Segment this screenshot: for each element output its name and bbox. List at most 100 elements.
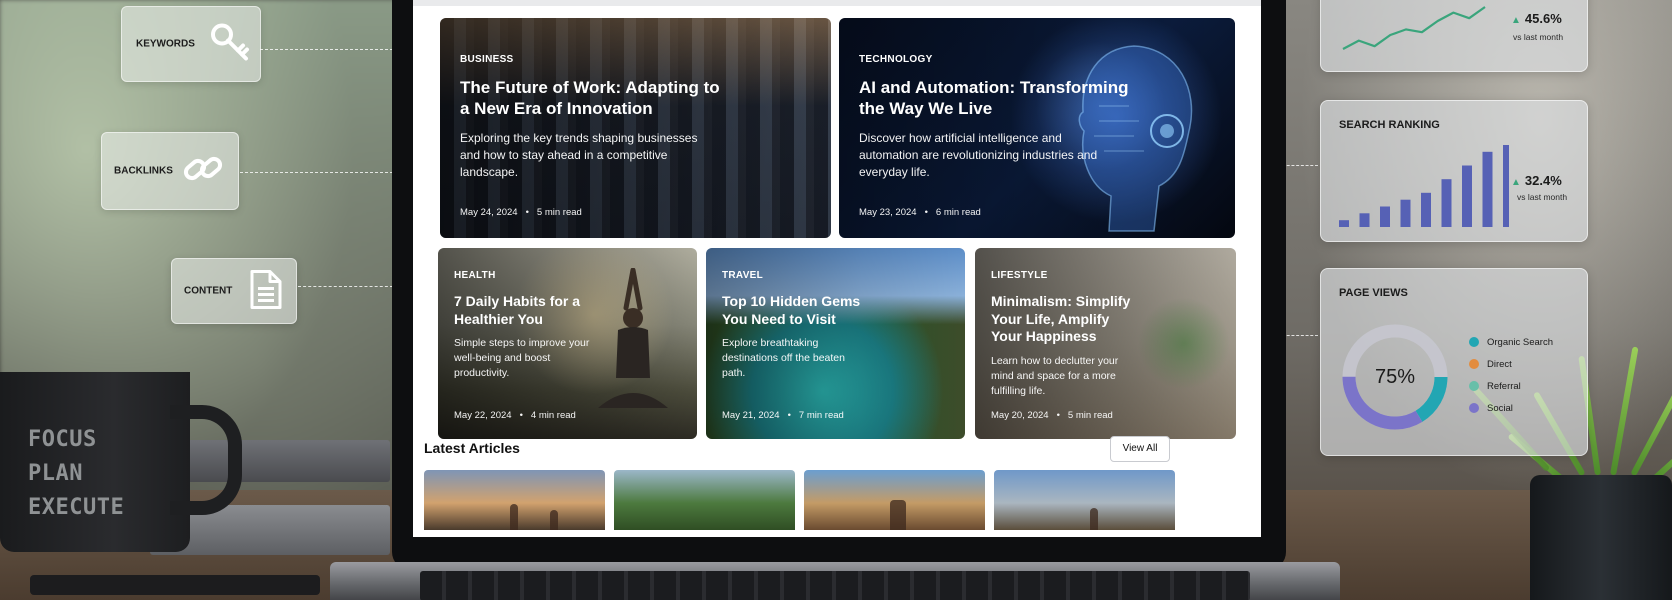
- ranking-change-caption: vs last month: [1517, 192, 1568, 202]
- meta-separator: •: [924, 207, 928, 218]
- latest-articles-heading: Latest Articles: [424, 440, 520, 456]
- article-category: TRAVEL: [722, 270, 764, 281]
- article-date: May 22, 2024: [454, 410, 512, 421]
- latest-article-thumbnail[interactable]: [424, 470, 605, 530]
- ranking-bar: [1482, 151, 1493, 227]
- connector-line: [1282, 335, 1318, 336]
- backlinks-tag: BACKLINKS: [101, 132, 239, 210]
- featured-article-card[interactable]: BUSINESS The Future of Work: Adapting to…: [440, 18, 831, 238]
- up-arrow-icon: ▲: [1511, 177, 1521, 188]
- legend-swatch: [1469, 403, 1479, 414]
- up-arrow-icon: ▲: [1511, 15, 1521, 26]
- article-description: Discover how artificial intelligence and…: [859, 130, 1098, 180]
- mug-handle: [170, 405, 242, 515]
- ranking-bar: [1339, 220, 1349, 227]
- ranking-bar: [1441, 179, 1452, 227]
- article-category: LIFESTYLE: [991, 270, 1048, 281]
- traffic-panel: ▲ 45.6% vs last month: [1320, 0, 1588, 72]
- link-icon: [182, 148, 226, 195]
- article-read-time: 7 min read: [798, 410, 844, 421]
- legend-swatch: [1469, 337, 1479, 348]
- latest-article-thumbnail[interactable]: [614, 470, 795, 530]
- article-title[interactable]: The Future of Work: Adapting to a New Er…: [460, 77, 730, 120]
- article-category: BUSINESS: [460, 54, 514, 65]
- view-all-button[interactable]: View All: [1110, 436, 1170, 462]
- ranking-bar: [1503, 145, 1509, 227]
- article-read-time: 4 min read: [530, 410, 576, 421]
- legend-label: Organic Search: [1487, 337, 1554, 348]
- article-read-time: 6 min read: [935, 207, 981, 218]
- traffic-change-caption: vs last month: [1513, 32, 1564, 42]
- article-date: May 23, 2024: [859, 207, 917, 218]
- ranking-change-value: 32.4%: [1524, 173, 1562, 188]
- ranking-bar: [1380, 206, 1390, 227]
- article-read-time: 5 min read: [1067, 410, 1113, 421]
- mug-line: PLAN: [28, 461, 83, 486]
- connector-line: [1282, 165, 1318, 166]
- key-icon: [208, 21, 252, 68]
- article-category: TECHNOLOGY: [859, 54, 933, 65]
- browser-top-bar: [413, 0, 1261, 6]
- search-ranking-title: SEARCH RANKING: [1339, 119, 1440, 131]
- article-title[interactable]: Minimalism: Simplify Your Life, Amplify …: [991, 293, 1141, 346]
- article-date: May 21, 2024: [722, 410, 780, 421]
- article-card[interactable]: HEALTH 7 Daily Habits for a Healthier Yo…: [438, 248, 697, 439]
- article-title[interactable]: 7 Daily Habits for a Healthier You: [454, 293, 604, 328]
- keywords-label: KEYWORDS: [136, 38, 195, 50]
- ranking-bar: [1421, 192, 1431, 227]
- legend-item-direct: Direct: [1469, 359, 1512, 370]
- mug-text: FOCUS PLAN EXECUTE: [28, 423, 168, 525]
- article-card[interactable]: LIFESTYLE Minimalism: Simplify Your Life…: [975, 248, 1236, 439]
- article-description: Explore breathtaking destinations off th…: [722, 337, 845, 380]
- connector-line: [240, 172, 393, 173]
- connector-line: [298, 286, 393, 287]
- article-category: HEALTH: [454, 270, 496, 281]
- legend-swatch: [1469, 381, 1479, 392]
- traffic-change-value: 45.6%: [1524, 11, 1562, 26]
- ranking-change: ▲ 32.4%: [1511, 173, 1562, 188]
- article-card[interactable]: TRAVEL Top 10 Hidden Gems You Need to Vi…: [706, 248, 965, 439]
- latest-article-thumbnail[interactable]: [804, 470, 985, 530]
- article-meta: May 20, 2024 • 5 min read: [991, 410, 1113, 421]
- traffic-trend-line: [1342, 6, 1486, 50]
- mug-line: EXECUTE: [28, 495, 125, 520]
- document-icon: [248, 269, 284, 314]
- ranking-bar: [1462, 165, 1472, 227]
- meta-separator: •: [787, 410, 791, 421]
- article-meta: May 21, 2024 • 7 min read: [722, 410, 844, 421]
- traffic-change: ▲ 45.6%: [1511, 11, 1562, 26]
- legend-label: Referral: [1487, 381, 1521, 392]
- traffic-line-chart: [1342, 6, 1486, 50]
- plant-pot: [1530, 475, 1672, 600]
- legend-swatch: [1469, 359, 1479, 370]
- backlinks-label: BACKLINKS: [114, 165, 173, 177]
- website-screen: BUSINESS The Future of Work: Adapting to…: [413, 0, 1261, 537]
- article-description: Learn how to declutter your mind and spa…: [991, 354, 1119, 397]
- legend-item-referral: Referral: [1469, 381, 1521, 392]
- page-views-panel: PAGE VIEWS 75% Organic Search Direct Ref…: [1320, 268, 1588, 456]
- keyboard: [420, 571, 1250, 600]
- search-ranking-panel: SEARCH RANKING ▲ 32.4% vs last month: [1320, 100, 1588, 242]
- keywords-tag: KEYWORDS: [121, 6, 261, 82]
- article-title[interactable]: AI and Automation: Transforming the Way …: [859, 77, 1129, 120]
- latest-article-thumbnail[interactable]: [994, 470, 1175, 530]
- legend-label: Social: [1487, 403, 1513, 414]
- article-date: May 24, 2024: [460, 207, 518, 218]
- article-description: Exploring the key trends shaping busines…: [460, 130, 698, 180]
- ranking-bar: [1400, 199, 1411, 227]
- search-ranking-bar-chart: [1339, 145, 1509, 227]
- article-title[interactable]: Top 10 Hidden Gems You Need to Visit: [722, 293, 872, 328]
- connector-line: [260, 49, 393, 50]
- page-views-title: PAGE VIEWS: [1339, 287, 1408, 299]
- article-description: Simple steps to improve your well-being …: [454, 337, 590, 380]
- featured-article-card[interactable]: TECHNOLOGY AI and Automation: Transformi…: [839, 18, 1235, 238]
- mug-line: FOCUS: [28, 427, 97, 452]
- legend-item-organic-search: Organic Search: [1469, 337, 1553, 348]
- article-date: May 20, 2024: [991, 410, 1049, 421]
- article-meta: May 23, 2024 • 6 min read: [859, 207, 981, 218]
- scene: FOCUS PLAN EXECUTE KEYWORDS BACKLINKS CO…: [0, 0, 1672, 600]
- ranking-bar: [1359, 213, 1370, 227]
- content-label: CONTENT: [184, 285, 233, 297]
- article-meta: May 22, 2024 • 4 min read: [454, 410, 576, 421]
- article-meta: May 24, 2024 • 5 min read: [460, 207, 582, 218]
